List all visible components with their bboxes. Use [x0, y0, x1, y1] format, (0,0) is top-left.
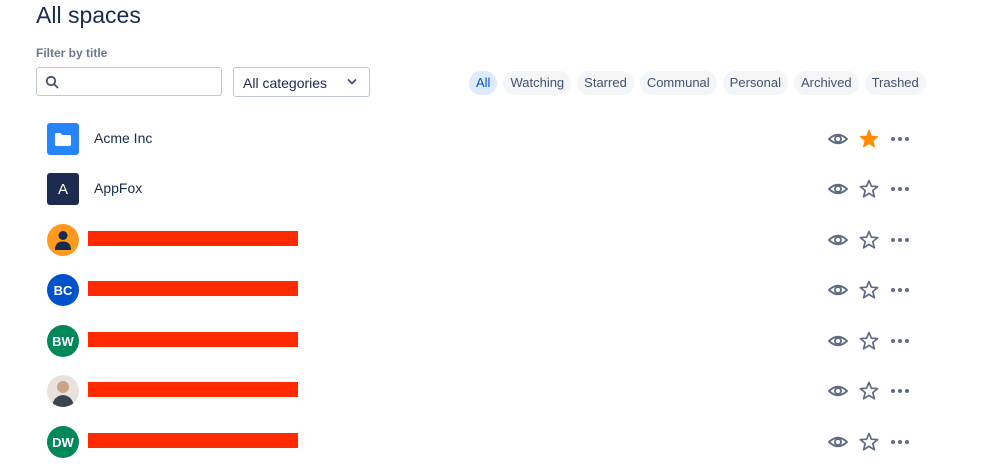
tab-personal[interactable]: Personal [722, 71, 788, 95]
watch-icon[interactable] [827, 380, 849, 402]
search-input[interactable] [63, 68, 217, 97]
space-avatar[interactable]: BW [47, 325, 79, 357]
star-icon[interactable] [858, 380, 880, 402]
space-row[interactable]: BW [0, 325, 998, 375]
avatar-initials: BC [53, 282, 73, 298]
redacted-space-name [88, 332, 298, 347]
category-select[interactable]: All categories [233, 67, 370, 97]
space-avatar[interactable] [47, 375, 79, 407]
watch-icon[interactable] [827, 128, 849, 150]
space-avatar[interactable]: BC [47, 274, 79, 306]
space-row[interactable] [0, 224, 998, 274]
search-field[interactable] [36, 67, 222, 97]
more-options-icon[interactable] [889, 330, 911, 352]
chevron-down-icon [347, 79, 357, 85]
tab-watching[interactable]: Watching [503, 71, 572, 95]
redacted-space-name [88, 231, 298, 246]
space-row[interactable]: BC [0, 274, 998, 324]
user-photo-icon [47, 375, 79, 407]
watch-icon[interactable] [827, 330, 849, 352]
avatar-letter: A [57, 180, 68, 198]
tab-starred[interactable]: Starred [577, 71, 634, 95]
more-options-icon[interactable] [889, 178, 911, 200]
folder-icon [55, 132, 71, 146]
space-avatar[interactable]: A [47, 173, 79, 205]
tab-all[interactable]: All [469, 71, 498, 95]
filter-label: Filter by title [36, 46, 108, 60]
star-icon[interactable] [858, 431, 880, 453]
tab-trashed[interactable]: Trashed [864, 71, 926, 95]
tab-communal[interactable]: Communal [639, 71, 717, 95]
star-icon[interactable] [858, 178, 880, 200]
avatar-initials: BW [52, 333, 74, 349]
page-title: All spaces [36, 2, 141, 28]
person-icon [55, 231, 71, 250]
filter-tabs: All Watching Starred Communal Personal Archiv… [469, 71, 926, 95]
more-options-icon[interactable] [889, 431, 911, 453]
redacted-space-name [88, 281, 298, 296]
more-options-icon[interactable] [889, 380, 911, 402]
watch-icon[interactable] [827, 431, 849, 453]
more-options-icon[interactable] [889, 279, 911, 301]
space-row[interactable]: A AppFox [0, 173, 998, 223]
space-avatar[interactable]: DW [47, 426, 79, 458]
star-icon-filled[interactable] [858, 128, 880, 150]
tab-archived[interactable]: Archived [793, 71, 859, 95]
star-icon[interactable] [858, 279, 880, 301]
category-select-label: All categories [243, 75, 328, 91]
space-row[interactable]: Acme Inc [0, 123, 998, 173]
watch-icon[interactable] [827, 178, 849, 200]
watch-icon[interactable] [827, 279, 849, 301]
search-icon [45, 75, 59, 89]
more-options-icon[interactable] [889, 128, 911, 150]
space-avatar[interactable] [47, 123, 79, 155]
space-name-link[interactable]: AppFox [94, 180, 142, 196]
star-icon[interactable] [858, 330, 880, 352]
space-row[interactable] [0, 375, 998, 425]
redacted-space-name [88, 433, 298, 448]
space-name-link[interactable]: Acme Inc [94, 130, 152, 146]
avatar-initials: DW [52, 434, 74, 450]
redacted-space-name [88, 382, 298, 397]
space-avatar[interactable] [47, 224, 79, 256]
star-icon[interactable] [858, 229, 880, 251]
watch-icon[interactable] [827, 229, 849, 251]
more-options-icon[interactable] [889, 229, 911, 251]
